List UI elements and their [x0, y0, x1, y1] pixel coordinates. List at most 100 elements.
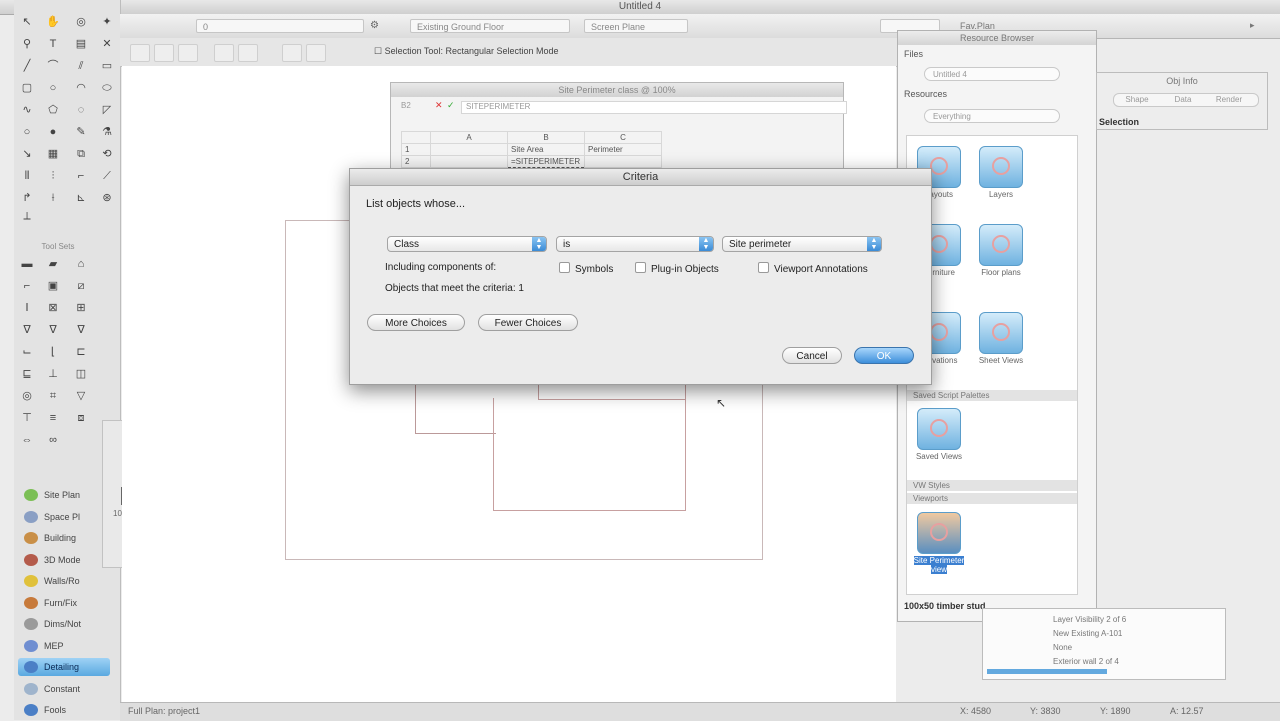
rotate-tool-icon[interactable]: ⟲ — [100, 148, 114, 160]
tool-set-button[interactable]: Fools — [18, 701, 110, 719]
plugin-objects-checkbox[interactable]: Plug-in Objects — [635, 262, 719, 275]
dimension-tool-icon[interactable]: ✕ — [100, 38, 114, 50]
saved-view-item[interactable]: Saved Views — [909, 408, 969, 461]
column-tool-icon[interactable]: Ⅰ — [20, 302, 34, 314]
text-tool-icon[interactable]: T — [46, 38, 60, 50]
rectangle-tool-icon[interactable]: ▭ — [100, 60, 114, 72]
row-number[interactable]: 2 — [401, 155, 431, 168]
callout-tool-icon[interactable]: ▤ — [74, 38, 88, 50]
cancel-button[interactable]: Cancel — [782, 347, 842, 364]
tee-tool-icon[interactable]: ⊤ — [20, 412, 34, 424]
rounded-rect-tool-icon[interactable]: ▢ — [20, 82, 34, 94]
elevation-tool-icon[interactable]: ◫ — [74, 368, 88, 380]
mode-button[interactable] — [214, 44, 234, 62]
mode-button[interactable] — [154, 44, 174, 62]
files-select[interactable]: Untitled 4 — [924, 67, 1060, 81]
column-header[interactable]: C — [584, 131, 662, 144]
list-item[interactable]: New Existing A-101 — [1053, 629, 1122, 638]
more-choices-button[interactable]: More Choices — [367, 314, 465, 331]
pan-tool-icon[interactable]: ✋ — [46, 16, 60, 28]
mode-button[interactable] — [306, 44, 326, 62]
tool-set-button[interactable]: Furn/Fix — [18, 594, 110, 612]
folder-item[interactable]: Layers — [971, 146, 1031, 199]
tool-set-button[interactable]: Walls/Ro — [18, 572, 110, 590]
symbols-checkbox[interactable]: Symbols — [559, 262, 613, 275]
tool-set-button[interactable]: Dims/Not — [18, 615, 110, 633]
column-header[interactable]: B — [507, 131, 585, 144]
fewer-choices-button[interactable]: Fewer Choices — [478, 314, 578, 331]
view-bar-arrow-icon[interactable]: ▸ — [1250, 20, 1255, 31]
render-mode-field[interactable]: Screen Plane — [584, 19, 688, 33]
resources-select[interactable]: Everything — [924, 109, 1060, 123]
site-perimeter-shape[interactable] — [493, 398, 686, 511]
space-tool-icon[interactable]: ⧈ — [74, 412, 88, 424]
fillet-tool-icon[interactable]: ⌐ — [74, 170, 88, 182]
fill-tool-icon[interactable]: ● — [46, 126, 60, 138]
list-item[interactable]: Exterior wall 2 of 4 — [1053, 657, 1119, 666]
roof-tool-icon[interactable]: ⌂ — [74, 258, 88, 270]
checkbox-box[interactable] — [635, 262, 646, 273]
tool-set-button[interactable]: Building — [18, 529, 110, 547]
list-item[interactable]: Layer Visibility 2 of 6 — [1053, 615, 1126, 624]
circle-tool-icon[interactable]: ○ — [46, 82, 60, 94]
select-tool-icon[interactable]: ↖ — [20, 16, 34, 28]
window-tool-icon[interactable]: ▣ — [46, 280, 60, 292]
marker-tool-icon[interactable]: ▽ — [74, 390, 88, 402]
polyline-tool-icon[interactable]: ⌒ — [46, 60, 60, 72]
freehand-tool-icon[interactable]: ∿ — [20, 104, 34, 116]
clip-tool-icon[interactable]: ⧉ — [74, 148, 88, 160]
accept-formula-icon[interactable]: ✓ — [447, 100, 455, 111]
tool-set-button[interactable]: Site Plan — [18, 486, 110, 504]
offset-tool-icon[interactable]: ⫶ — [46, 170, 60, 182]
mode-button[interactable] — [178, 44, 198, 62]
eyedropper-tool-icon[interactable]: ⚗ — [100, 126, 114, 138]
saved-view-field[interactable]: Existing Ground Floor — [410, 19, 570, 33]
table-cell[interactable]: =SITEPERIMETER — [507, 155, 585, 168]
layer-field[interactable]: 0 — [196, 19, 364, 33]
detail-tool-icon[interactable]: ⊑ — [20, 368, 34, 380]
tab-render[interactable]: Render — [1206, 94, 1252, 106]
link-tool-icon[interactable]: ∞ — [46, 434, 60, 446]
bracket-tool-icon[interactable]: ∇ — [74, 324, 88, 336]
column-header[interactable]: A — [430, 131, 508, 144]
table-cell[interactable] — [430, 155, 508, 168]
tab-data[interactable]: Data — [1160, 94, 1206, 106]
truss-tool-icon[interactable]: ∇ — [46, 324, 60, 336]
saved-view-icon[interactable]: ⚙ — [370, 20, 379, 31]
mode-button[interactable] — [282, 44, 302, 62]
building-outline[interactable] — [415, 385, 496, 434]
circle-alt-tool-icon[interactable]: ○ — [20, 126, 34, 138]
table-cell[interactable]: Perimeter — [584, 143, 662, 156]
section-tool-icon[interactable]: ⊥ — [46, 368, 60, 380]
cancel-formula-icon[interactable]: ✕ — [435, 100, 443, 111]
trim-tool-icon[interactable]: ⟋ — [100, 170, 114, 182]
triangle-tool-icon[interactable]: ◸ — [100, 104, 114, 116]
row-number[interactable]: 1 — [401, 143, 431, 156]
line-tool-icon[interactable]: ╱ — [20, 60, 34, 72]
door-tool-icon[interactable]: ⌐ — [20, 280, 34, 292]
table-cell[interactable]: Site Area — [507, 143, 585, 156]
arc-tool-icon[interactable]: ◠ — [74, 82, 88, 94]
slab-tool-icon[interactable]: ▰ — [46, 258, 60, 270]
repeat-tool-icon[interactable]: ≡ — [46, 412, 60, 424]
viewport-item[interactable]: Site Perimeter view — [909, 512, 969, 574]
checkbox-box[interactable] — [559, 262, 570, 273]
criteria-operator-select[interactable]: is ▲ ▼ — [556, 236, 714, 252]
spiral-tool-icon[interactable]: ◌ — [74, 104, 88, 116]
pilaster-tool-icon[interactable]: ⊠ — [46, 302, 60, 314]
beam-tool-icon[interactable]: ⊞ — [74, 302, 88, 314]
folder-item[interactable]: Sheet Views — [971, 312, 1031, 365]
checkbox-box[interactable] — [758, 262, 769, 273]
mirror-tool-icon[interactable]: ⫴ — [20, 170, 34, 182]
criteria-value-select[interactable]: Site perimeter ▲ ▼ — [722, 236, 882, 252]
move-tool-icon[interactable]: ⇔ — [20, 434, 34, 446]
eyedrop-alt-tool-icon[interactable]: ⊛ — [100, 192, 114, 204]
tool-set-button[interactable]: 3D Mode — [18, 551, 110, 569]
zoom-tool-icon[interactable]: ⚲ — [20, 38, 34, 50]
oval-tool-icon[interactable]: ⬭ — [100, 82, 114, 94]
polygon-tool-icon[interactable]: ⬠ — [46, 104, 60, 116]
criteria-field-select[interactable]: Class ▲ ▼ — [387, 236, 547, 252]
stair-tool-icon[interactable]: ⧄ — [74, 280, 88, 292]
ruler-tool-icon[interactable]: ⟂ — [20, 210, 34, 222]
tool-set-button[interactable]: Detailing — [18, 658, 110, 676]
